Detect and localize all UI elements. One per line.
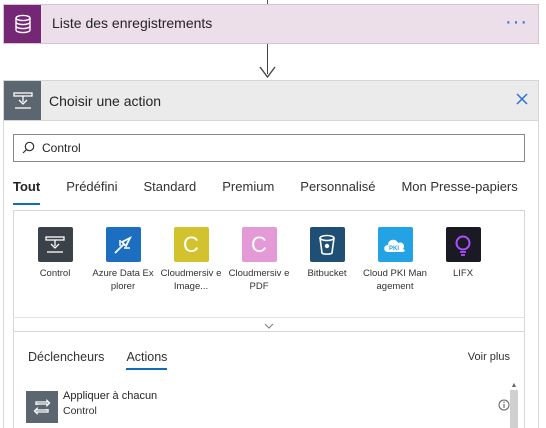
tab-custom[interactable]: Personnalisé [300,179,375,205]
choose-action-panel: Choisir une action Control Tout Prédéfin… [3,80,539,428]
tab-all[interactable]: Tout [13,179,41,205]
card-title: Liste des enregistrements [52,15,213,31]
connector-label: Cloudmersiv e Image... [160,268,222,292]
cloudmersive-pdf-icon: C [241,227,277,262]
connector-control[interactable]: Control [23,227,87,280]
loop-icon [26,391,58,423]
cloudmersive-image-icon: C [173,227,209,262]
lifx-icon [445,227,481,262]
connector-label: Control [39,268,71,279]
tab-standard[interactable]: Standard [144,179,197,205]
connector-cloudmersive-image[interactable]: C Cloudmersiv e Image... [159,227,223,293]
tab-clipboard[interactable]: Mon Presse-papiers [401,179,517,205]
action-connector-name: Control [63,405,97,417]
panel-header: Choisir une action [4,81,538,121]
list-records-card[interactable]: Liste des enregistrements ··· [3,4,539,44]
action-apply-to-each[interactable]: Appliquer à chacun Control [26,387,510,427]
control-icon [37,227,73,262]
panel-title: Choisir une action [49,93,162,109]
results-section: Déclencheurs Actions Voir plus Appliquer… [13,332,525,428]
info-icon[interactable] [498,399,510,411]
connector-cloud-pki[interactable]: PKI Cloud PKI Management [363,227,427,293]
action-icon [4,81,41,120]
search-icon [22,141,35,154]
tab-builtin[interactable]: Prédéfini [66,179,117,205]
search-input[interactable]: Control [13,134,525,162]
connector-azure-data-explorer[interactable]: Azure Data Explorer [91,227,155,293]
connector-lifx[interactable]: LIFX [431,227,495,280]
connector-label: Bitbucket [307,268,347,279]
action-title: Appliquer à chacun [63,390,158,402]
more-options-icon[interactable]: ··· [505,11,528,34]
expand-connectors[interactable] [13,317,525,333]
connector-label: LIFX [452,268,474,279]
scroll-up-icon[interactable]: ▲ [510,382,518,390]
connector-grid: Control Azure Data Explorer C Cloudmersi… [13,210,525,332]
connector-label: Azure Data Explorer [92,268,154,292]
chevron-down-icon [264,323,274,329]
tab-triggers[interactable]: Déclencheurs [28,350,104,370]
tab-premium[interactable]: Premium [222,179,274,205]
connector-bitbucket[interactable]: Bitbucket [295,227,359,280]
result-tabs: Déclencheurs Actions [28,350,189,370]
connector-label: Cloud PKI Management [363,268,427,292]
category-tabs: Tout Prédéfini Standard Premium Personna… [13,179,518,205]
connector-label: Cloudmersiv e PDF [228,268,290,292]
scrollbar-thumb[interactable] [510,390,518,428]
see-more-link[interactable]: Voir plus [468,351,510,363]
tab-actions[interactable]: Actions [126,350,168,370]
close-icon[interactable] [514,91,530,107]
bitbucket-icon [309,227,345,262]
svg-text:PKI: PKI [389,246,399,252]
arrow-down-icon [259,66,276,79]
database-icon [4,5,41,43]
connector-cloudmersive-pdf[interactable]: C Cloudmersiv e PDF [227,227,291,293]
cloud-pki-icon: PKI [377,227,413,262]
azure-data-explorer-icon [105,227,141,262]
search-value[interactable]: Control [42,141,81,155]
